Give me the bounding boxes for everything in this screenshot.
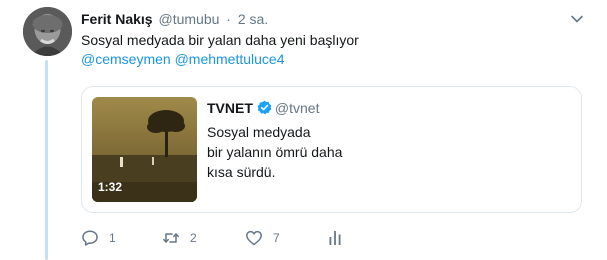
reply-button[interactable]: 1: [81, 227, 116, 249]
tweet-time[interactable]: 2 sa.: [238, 11, 268, 27]
retweet-icon: [163, 233, 179, 243]
author-handle[interactable]: @tumubu: [158, 11, 219, 27]
reply-icon: [82, 230, 98, 246]
reply-count: 1: [109, 231, 116, 245]
tweet-header: Ferit Nakış @tumubu · 2 sa.: [81, 10, 268, 28]
quoted-author-name[interactable]: TVNET: [207, 100, 253, 116]
chevron-down-icon[interactable]: [569, 11, 585, 27]
like-count: 7: [273, 231, 280, 245]
avatar[interactable]: [23, 7, 72, 56]
avatar-image: [23, 7, 72, 56]
retweet-count: 2: [190, 231, 197, 245]
bar-chart-icon: [329, 231, 341, 245]
analytics-button[interactable]: [326, 227, 354, 249]
heart-icon: [246, 230, 262, 246]
quoted-text-line: kısa sürdü.: [207, 164, 276, 180]
tweet-text: Sosyal medyada bir yalan daha yeni başlı…: [81, 32, 359, 48]
like-button[interactable]: 7: [245, 227, 280, 249]
video-thumbnail[interactable]: 1:32: [92, 97, 197, 202]
quoted-text-line: bir yalanın ömrü daha: [207, 144, 343, 160]
quoted-text-line: Sosyal medyada: [207, 124, 311, 140]
mention-link[interactable]: @cemseymen: [81, 51, 171, 67]
retweet-button[interactable]: 2: [162, 227, 197, 249]
verified-badge-icon: [257, 100, 272, 115]
separator-dot: ·: [226, 11, 231, 27]
quoted-tweet-card[interactable]: 1:32 TVNET @tvnet Sosyal medyada bir yal…: [81, 86, 582, 213]
mention-link[interactable]: @mehmettuluce4: [175, 51, 285, 67]
thread-line: [45, 60, 48, 260]
tweet-actions: 1 2 7: [81, 227, 381, 249]
author-name[interactable]: Ferit Nakış: [81, 11, 153, 27]
quoted-header: TVNET @tvnet: [207, 99, 319, 117]
tweet: Ferit Nakış @tumubu · 2 sa. Sosyal medya…: [0, 0, 607, 260]
video-duration: 1:32: [98, 180, 123, 194]
quoted-author-handle[interactable]: @tvnet: [275, 100, 320, 116]
tweet-mentions: @cemseymen @mehmettuluce4: [81, 50, 285, 69]
quoted-text: Sosyal medyada bir yalanın ömrü daha kıs…: [207, 122, 342, 182]
